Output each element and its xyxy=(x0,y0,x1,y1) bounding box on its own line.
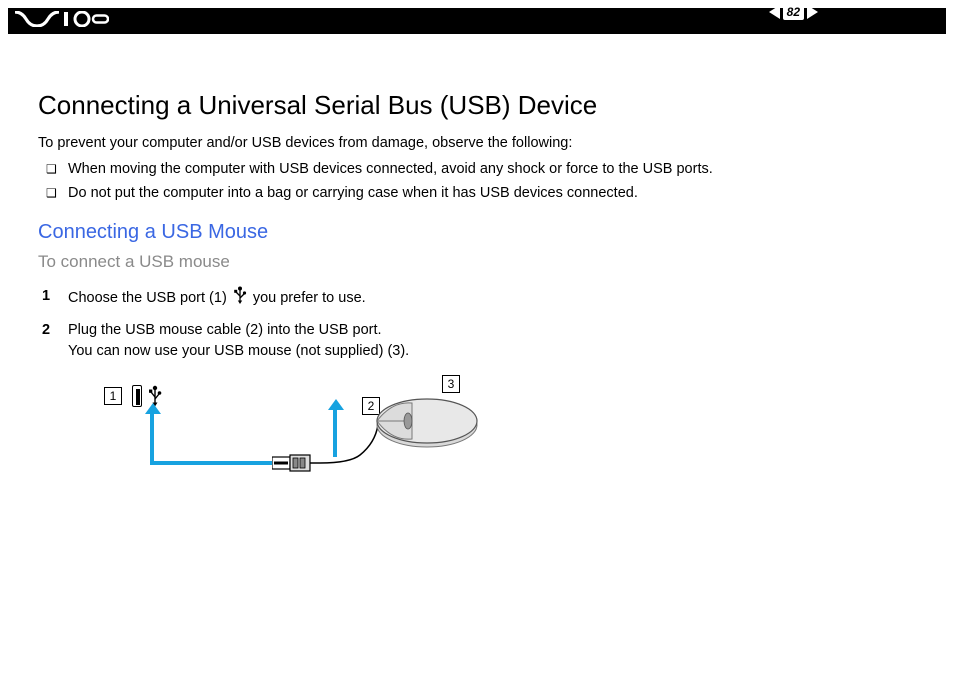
connector-line xyxy=(150,409,154,465)
step-list: Choose the USB port (1) you prefer to us… xyxy=(38,286,916,361)
usb-plug-icon xyxy=(272,453,320,473)
mouse-icon xyxy=(372,391,482,451)
intro-text: To prevent your computer and/or USB devi… xyxy=(38,135,916,151)
step-text-pre: Choose the USB port (1) xyxy=(68,290,231,306)
next-page-arrow-icon[interactable] xyxy=(807,5,818,19)
subsection-title: Connecting a USB Mouse xyxy=(38,221,916,244)
precaution-list: When moving the computer with USB device… xyxy=(38,161,916,201)
step-text-post: you prefer to use. xyxy=(249,290,366,306)
header-right: 82 Using Peripheral Devices xyxy=(710,8,940,34)
usb-port-icon xyxy=(132,385,142,407)
page-number: 82 xyxy=(783,4,804,20)
step-item: Plug the USB mouse cable (2) into the US… xyxy=(38,320,916,361)
prev-page-arrow-icon[interactable] xyxy=(769,5,780,19)
connection-diagram: 1 2 3 xyxy=(72,385,492,495)
page-content: Connecting a Universal Serial Bus (USB) … xyxy=(38,90,916,495)
connector-line xyxy=(150,461,272,465)
task-label: To connect a USB mouse xyxy=(38,252,916,272)
usb-trident-icon xyxy=(233,286,247,310)
vaio-logo xyxy=(14,11,109,32)
header-bar: 82 Using Peripheral Devices xyxy=(8,8,946,34)
step-item: Choose the USB port (1) you prefer to us… xyxy=(38,286,916,310)
page-title: Connecting a Universal Serial Bus (USB) … xyxy=(38,90,916,121)
list-item: When moving the computer with USB device… xyxy=(38,161,916,177)
callout-1: 1 xyxy=(104,387,122,405)
list-item: Do not put the computer into a bag or ca… xyxy=(38,185,916,201)
